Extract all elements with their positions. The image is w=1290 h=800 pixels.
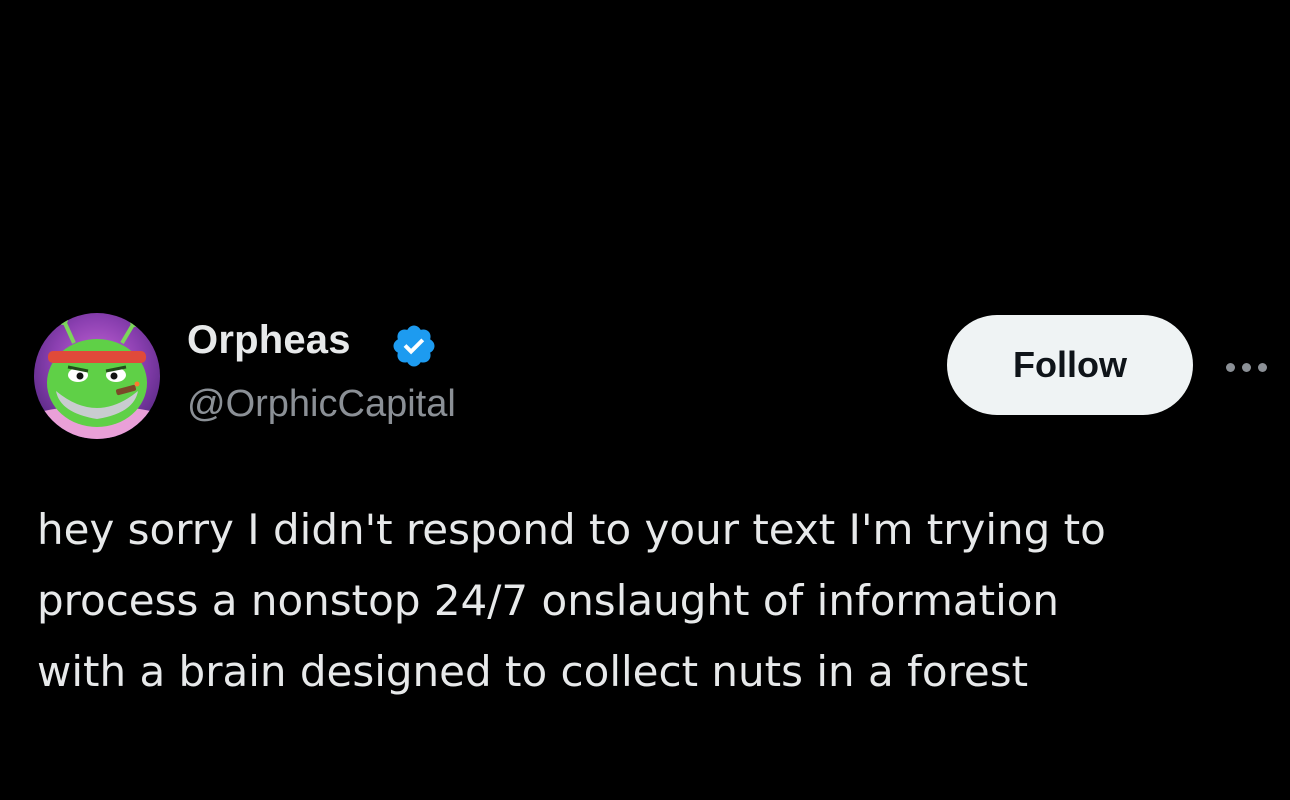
tweet-text-line: process a nonstop 24/7 onslaught of info… [37,576,1060,625]
more-dot [1241,362,1251,372]
green-alien-avatar-icon [34,313,160,439]
more-dot [1257,362,1267,372]
follow-button[interactable]: Follow [947,315,1193,415]
more-options-icon[interactable] [1218,352,1274,382]
avatar[interactable] [34,313,160,439]
tweet-card: Orpheas @OrphicCapital Follow hey sorry … [0,0,1290,800]
more-dot [1225,362,1235,372]
tweet-text-line: hey sorry I didn't respond to your text … [37,505,1106,554]
tweet-text: hey sorry I didn't respond to your text … [37,494,1267,707]
user-handle[interactable]: @OrphicCapital [187,383,456,426]
verified-badge-icon [393,325,435,367]
tweet-text-line: with a brain designed to collect nuts in… [37,647,1029,696]
display-name[interactable]: Orpheas [187,318,351,363]
